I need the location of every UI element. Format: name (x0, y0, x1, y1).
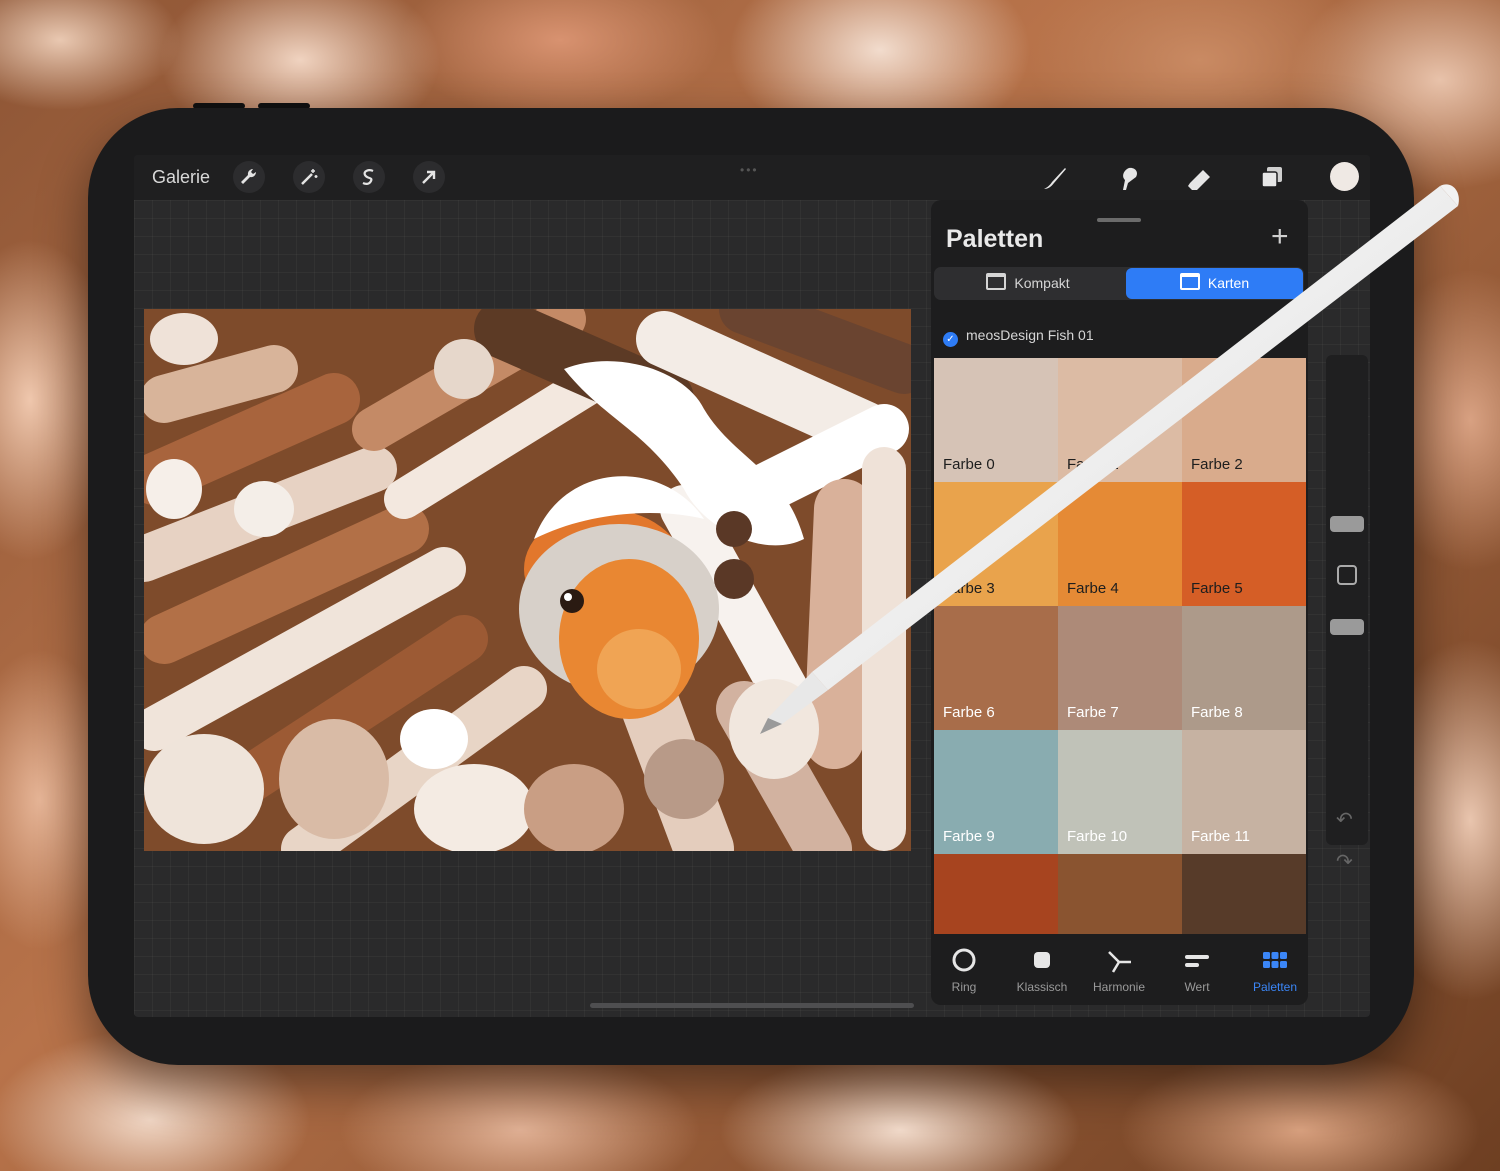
color-swatch[interactable]: Farbe 8 (1182, 606, 1306, 730)
palette-header[interactable]: ✓ meosDesign Fish 01 (943, 327, 1094, 347)
transform-arrow-icon[interactable] (413, 161, 445, 193)
tab-ring[interactable]: Ring (925, 940, 1003, 994)
color-swatch[interactable]: Farbe 11 (1182, 730, 1306, 854)
view-mode-segmented-control: Kompakt Karten (934, 267, 1304, 300)
swatch-label: Farbe 6 (943, 704, 995, 721)
swatch-label: Farbe 5 (1191, 580, 1243, 597)
color-swatch[interactable]: Farbe 9 (934, 730, 1058, 854)
color-well[interactable] (1330, 162, 1359, 191)
plus-icon[interactable]: + (1271, 222, 1289, 252)
kompakt-label: Kompakt (1014, 275, 1070, 291)
color-swatch[interactable]: Farbe 7 (1058, 606, 1182, 730)
palettes-grid-icon (1263, 952, 1287, 968)
color-swatch[interactable]: Farbe 6 (934, 606, 1058, 730)
swatch-label: Farbe 9 (943, 828, 995, 845)
color-mode-tabs: Ring Klassisch Harmonie Wert Paletten (931, 940, 1308, 1000)
palette-panel: Paletten + Kompakt Karten ✓ meosDesign Fi… (931, 200, 1308, 1005)
selection-icon[interactable] (353, 161, 385, 193)
tab-label: Ring (951, 980, 977, 994)
color-swatch[interactable]: Farbe 0 (934, 358, 1058, 482)
brush-icon[interactable] (1038, 162, 1070, 194)
gallery-button[interactable]: Galerie (152, 167, 210, 188)
panel-title: Paletten (946, 225, 1044, 253)
swatch-grid: Farbe 0 Farbe 1 Farbe 2 Farbe 3 Farbe 4 Farbe… (934, 358, 1306, 934)
swatch-label: Farbe 7 (1067, 704, 1119, 721)
karten-view-button[interactable]: Karten (1126, 268, 1303, 299)
swatch-label: Farbe 4 (1067, 580, 1119, 597)
swatch-label: Farbe 2 (1191, 456, 1243, 473)
swatch-label: Farbe 11 (1191, 828, 1250, 845)
swatch-label: Farbe 8 (1191, 704, 1243, 721)
panel-drag-handle[interactable] (1097, 218, 1141, 222)
tab-label: Klassisch (1016, 980, 1068, 994)
top-toolbar: Galerie ••• (134, 155, 1370, 200)
brush-size-slider[interactable] (1330, 516, 1364, 532)
classic-square-icon (1034, 952, 1050, 968)
tab-klassisch[interactable]: Klassisch (1003, 940, 1081, 994)
color-swatch[interactable]: Farbe 4 (1058, 482, 1182, 606)
color-swatch[interactable]: Farbe 3 (934, 482, 1058, 606)
brush-sidebar: ↶ ↷ (1326, 355, 1368, 873)
swatch-label: Farbe 0 (943, 456, 995, 473)
tab-label: Wert (1184, 980, 1210, 994)
undo-icon[interactable]: ↶ (1336, 807, 1353, 832)
palette-name: meosDesign Fish 01 (966, 327, 1094, 343)
karten-label: Karten (1207, 275, 1250, 291)
color-swatch[interactable] (934, 854, 1058, 934)
color-swatch[interactable]: Farbe 1 (1058, 358, 1182, 482)
redo-icon[interactable]: ↷ (1336, 849, 1353, 874)
tab-harmonie[interactable]: Harmonie (1080, 940, 1158, 994)
brush-opacity-slider[interactable] (1330, 619, 1364, 635)
tab-paletten[interactable]: Paletten (1236, 940, 1314, 994)
procreate-screen: Galerie ••• Paletten + Kompakt Karten ✓ … (134, 155, 1370, 1017)
eraser-icon[interactable] (1184, 162, 1216, 194)
wrench-icon[interactable] (233, 161, 265, 193)
home-indicator (590, 1003, 914, 1008)
ring-icon (952, 948, 976, 972)
layers-icon[interactable] (1256, 162, 1288, 194)
tab-label: Harmonie (1092, 980, 1146, 994)
modify-button[interactable] (1337, 565, 1357, 585)
grip-handle[interactable]: ••• (740, 163, 759, 177)
checkmark-icon[interactable]: ✓ (943, 332, 958, 347)
artwork-canvas[interactable] (144, 309, 911, 851)
kompakt-view-button[interactable]: Kompakt (935, 268, 1121, 299)
smudge-icon[interactable] (1111, 162, 1143, 194)
color-swatch[interactable] (1182, 854, 1306, 934)
value-sliders-icon (1185, 955, 1209, 967)
swatch-label: Farbe 1 (1067, 456, 1119, 473)
color-swatch[interactable] (1058, 854, 1182, 934)
color-swatch[interactable]: Farbe 5 (1182, 482, 1306, 606)
color-swatch[interactable]: Farbe 10 (1058, 730, 1182, 854)
magic-wand-icon[interactable] (293, 161, 325, 193)
cards-view-icon (1179, 273, 1200, 290)
tab-label: Paletten (1252, 980, 1298, 994)
compact-view-icon (986, 273, 1007, 290)
tab-wert[interactable]: Wert (1158, 940, 1236, 994)
harmony-icon (1108, 951, 1131, 973)
color-swatch[interactable]: Farbe 2 (1182, 358, 1306, 482)
swatch-label: Farbe 10 (1067, 828, 1128, 845)
swatch-label: Farbe 3 (943, 580, 995, 597)
